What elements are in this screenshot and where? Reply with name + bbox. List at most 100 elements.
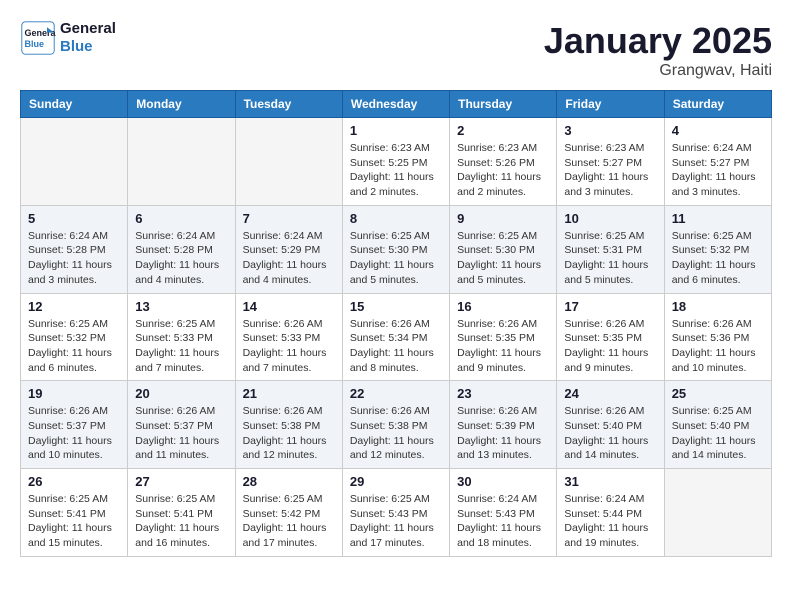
day-info: Sunrise: 6:24 AM Sunset: 5:44 PM Dayligh… bbox=[564, 492, 656, 551]
calendar-cell: 28Sunrise: 6:25 AM Sunset: 5:42 PM Dayli… bbox=[235, 469, 342, 557]
weekday-header-monday: Monday bbox=[128, 91, 235, 118]
day-number: 29 bbox=[350, 474, 442, 489]
calendar-cell: 22 Sunrise: 6:26 AM Sunset: 5:38 PM Dayli… bbox=[342, 381, 449, 469]
day-number: 30 bbox=[457, 474, 549, 489]
day-number: 4 bbox=[672, 123, 764, 138]
day-info: Sunrise: 6:25 AM Sunset: 5:41 PM Dayligh… bbox=[28, 492, 120, 551]
calendar-cell: 8 Sunrise: 6:25 AM Sunset: 5:30 PM Daylig… bbox=[342, 205, 449, 293]
day-info: Sunrise: 6:25 AM Sunset: 5:43 PM Dayligh… bbox=[350, 492, 442, 551]
day-number: 19 bbox=[28, 386, 120, 401]
calendar-cell: 5 Sunrise: 6:24 AM Sunset: 5:28 PM Daylig… bbox=[21, 205, 128, 293]
weekday-header-saturday: Saturday bbox=[664, 91, 771, 118]
day-number: 11 bbox=[672, 211, 764, 226]
day-info: Sunrise: 6:26 AM Sunset: 5:37 PM Dayligh… bbox=[135, 404, 227, 463]
day-number: 5 bbox=[28, 211, 120, 226]
page-header: General Blue General Blue January 2025 G… bbox=[20, 20, 772, 80]
day-number: 12 bbox=[28, 299, 120, 314]
calendar-cell: 13Sunrise: 6:25 AM Sunset: 5:33 PM Dayli… bbox=[128, 293, 235, 381]
day-number: 13 bbox=[135, 299, 227, 314]
title-section: January 2025 Grangwav, Haiti bbox=[544, 20, 772, 80]
logo-text-blue: Blue bbox=[60, 38, 116, 56]
day-number: 2 bbox=[457, 123, 549, 138]
calendar-cell: 1 Sunrise: 6:23 AM Sunset: 5:25 PM Daylig… bbox=[342, 118, 449, 206]
calendar-cell: 30 Sunrise: 6:24 AM Sunset: 5:43 PM Dayli… bbox=[450, 469, 557, 557]
calendar-cell: 11 Sunrise: 6:25 AM Sunset: 5:32 PM Dayli… bbox=[664, 205, 771, 293]
day-number: 8 bbox=[350, 211, 442, 226]
day-info: Sunrise: 6:26 AM Sunset: 5:35 PM Dayligh… bbox=[564, 317, 656, 376]
calendar-cell: 7 Sunrise: 6:24 AM Sunset: 5:29 PM Daylig… bbox=[235, 205, 342, 293]
day-number: 6 bbox=[135, 211, 227, 226]
week-row-5: 26 Sunrise: 6:25 AM Sunset: 5:41 PM Dayli… bbox=[21, 469, 772, 557]
day-info: Sunrise: 6:26 AM Sunset: 5:37 PM Dayligh… bbox=[28, 404, 120, 463]
day-info: Sunrise: 6:25 AM Sunset: 5:32 PM Dayligh… bbox=[28, 317, 120, 376]
day-info: Sunrise: 6:25 AM Sunset: 5:30 PM Dayligh… bbox=[350, 229, 442, 288]
calendar-cell: 21 Sunrise: 6:26 AM Sunset: 5:38 PM Dayli… bbox=[235, 381, 342, 469]
day-number: 7 bbox=[243, 211, 335, 226]
day-number: 1 bbox=[350, 123, 442, 138]
day-number: 9 bbox=[457, 211, 549, 226]
day-info: Sunrise: 6:26 AM Sunset: 5:40 PM Dayligh… bbox=[564, 404, 656, 463]
day-number: 24 bbox=[564, 386, 656, 401]
calendar-cell: 23 Sunrise: 6:26 AM Sunset: 5:39 PM Dayli… bbox=[450, 381, 557, 469]
day-number: 3 bbox=[564, 123, 656, 138]
week-row-2: 5 Sunrise: 6:24 AM Sunset: 5:28 PM Daylig… bbox=[21, 205, 772, 293]
day-info: Sunrise: 6:23 AM Sunset: 5:27 PM Dayligh… bbox=[564, 141, 656, 200]
day-number: 22 bbox=[350, 386, 442, 401]
day-number: 23 bbox=[457, 386, 549, 401]
calendar-cell: 26 Sunrise: 6:25 AM Sunset: 5:41 PM Dayli… bbox=[21, 469, 128, 557]
calendar-cell: 19 Sunrise: 6:26 AM Sunset: 5:37 PM Dayli… bbox=[21, 381, 128, 469]
calendar-cell: 10Sunrise: 6:25 AM Sunset: 5:31 PM Dayli… bbox=[557, 205, 664, 293]
day-number: 16 bbox=[457, 299, 549, 314]
day-info: Sunrise: 6:25 AM Sunset: 5:41 PM Dayligh… bbox=[135, 492, 227, 551]
calendar-table: SundayMondayTuesdayWednesdayThursdayFrid… bbox=[20, 90, 772, 557]
weekday-header-tuesday: Tuesday bbox=[235, 91, 342, 118]
calendar-cell: 31 Sunrise: 6:24 AM Sunset: 5:44 PM Dayli… bbox=[557, 469, 664, 557]
day-info: Sunrise: 6:24 AM Sunset: 5:43 PM Dayligh… bbox=[457, 492, 549, 551]
svg-text:General: General bbox=[25, 28, 57, 38]
week-row-4: 19 Sunrise: 6:26 AM Sunset: 5:37 PM Dayli… bbox=[21, 381, 772, 469]
day-info: Sunrise: 6:26 AM Sunset: 5:39 PM Dayligh… bbox=[457, 404, 549, 463]
weekday-header-wednesday: Wednesday bbox=[342, 91, 449, 118]
calendar-cell: 18Sunrise: 6:26 AM Sunset: 5:36 PM Dayli… bbox=[664, 293, 771, 381]
day-number: 18 bbox=[672, 299, 764, 314]
day-info: Sunrise: 6:26 AM Sunset: 5:38 PM Dayligh… bbox=[350, 404, 442, 463]
day-info: Sunrise: 6:25 AM Sunset: 5:30 PM Dayligh… bbox=[457, 229, 549, 288]
weekday-header-sunday: Sunday bbox=[21, 91, 128, 118]
calendar-subtitle: Grangwav, Haiti bbox=[544, 62, 772, 80]
day-number: 14 bbox=[243, 299, 335, 314]
calendar-cell: 2Sunrise: 6:23 AM Sunset: 5:26 PM Daylig… bbox=[450, 118, 557, 206]
day-info: Sunrise: 6:24 AM Sunset: 5:28 PM Dayligh… bbox=[135, 229, 227, 288]
calendar-cell: 3 Sunrise: 6:23 AM Sunset: 5:27 PM Daylig… bbox=[557, 118, 664, 206]
day-info: Sunrise: 6:25 AM Sunset: 5:40 PM Dayligh… bbox=[672, 404, 764, 463]
calendar-cell: 9 Sunrise: 6:25 AM Sunset: 5:30 PM Daylig… bbox=[450, 205, 557, 293]
day-number: 27 bbox=[135, 474, 227, 489]
calendar-cell bbox=[664, 469, 771, 557]
day-number: 21 bbox=[243, 386, 335, 401]
day-number: 15 bbox=[350, 299, 442, 314]
day-info: Sunrise: 6:25 AM Sunset: 5:32 PM Dayligh… bbox=[672, 229, 764, 288]
day-info: Sunrise: 6:24 AM Sunset: 5:29 PM Dayligh… bbox=[243, 229, 335, 288]
svg-text:Blue: Blue bbox=[25, 39, 45, 49]
day-info: Sunrise: 6:23 AM Sunset: 5:25 PM Dayligh… bbox=[350, 141, 442, 200]
day-number: 26 bbox=[28, 474, 120, 489]
day-info: Sunrise: 6:26 AM Sunset: 5:34 PM Dayligh… bbox=[350, 317, 442, 376]
calendar-cell bbox=[128, 118, 235, 206]
logo: General Blue General Blue bbox=[20, 20, 116, 56]
day-info: Sunrise: 6:24 AM Sunset: 5:27 PM Dayligh… bbox=[672, 141, 764, 200]
calendar-title: January 2025 bbox=[544, 20, 772, 62]
calendar-cell: 20Sunrise: 6:26 AM Sunset: 5:37 PM Dayli… bbox=[128, 381, 235, 469]
logo-icon: General Blue bbox=[20, 20, 56, 56]
day-number: 28 bbox=[243, 474, 335, 489]
calendar-cell: 24 Sunrise: 6:26 AM Sunset: 5:40 PM Dayli… bbox=[557, 381, 664, 469]
weekday-header-thursday: Thursday bbox=[450, 91, 557, 118]
day-number: 17 bbox=[564, 299, 656, 314]
weekday-header-friday: Friday bbox=[557, 91, 664, 118]
day-info: Sunrise: 6:24 AM Sunset: 5:28 PM Dayligh… bbox=[28, 229, 120, 288]
calendar-cell: 27 Sunrise: 6:25 AM Sunset: 5:41 PM Dayli… bbox=[128, 469, 235, 557]
calendar-cell: 15 Sunrise: 6:26 AM Sunset: 5:34 PM Dayli… bbox=[342, 293, 449, 381]
day-info: Sunrise: 6:25 AM Sunset: 5:31 PM Dayligh… bbox=[564, 229, 656, 288]
day-info: Sunrise: 6:26 AM Sunset: 5:38 PM Dayligh… bbox=[243, 404, 335, 463]
day-info: Sunrise: 6:26 AM Sunset: 5:35 PM Dayligh… bbox=[457, 317, 549, 376]
weekday-header-row: SundayMondayTuesdayWednesdayThursdayFrid… bbox=[21, 91, 772, 118]
day-number: 31 bbox=[564, 474, 656, 489]
